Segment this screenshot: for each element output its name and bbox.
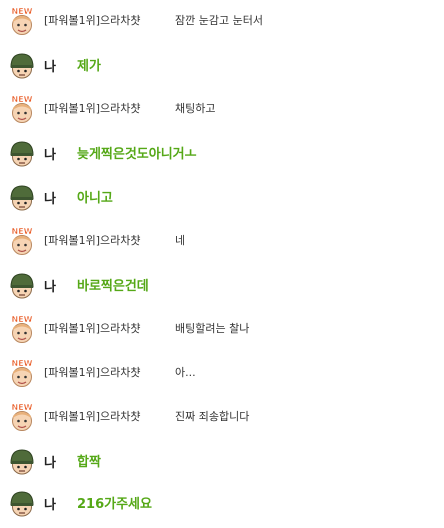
message-text: 아니고 xyxy=(77,191,113,206)
chat-log: NEW [파워볼1위]으라차챳 잠깐 눈감고 눈터서 나 제가 NEW [파워볼… xyxy=(0,0,444,519)
chat-message-row: 나 늦게찍은것도아니거ㅗ xyxy=(0,132,444,176)
sender-name: 나 xyxy=(44,498,56,513)
message-text: 합짝 xyxy=(77,455,101,470)
sender-name: 나 xyxy=(44,192,56,207)
new-user-avatar-icon: NEW xyxy=(8,358,36,388)
message-text: 늦게찍은것도아니거ㅗ xyxy=(77,147,197,162)
message-text: 아... xyxy=(175,366,196,379)
sender-name: [파워볼1위]으라차챳 xyxy=(44,14,141,27)
new-user-avatar-icon: NEW xyxy=(8,314,36,344)
chat-message-row: 나 제가 xyxy=(0,44,444,88)
chat-message-row: 나 216가주세요 xyxy=(0,484,444,528)
sender-name: 나 xyxy=(44,148,56,163)
chat-message-row: 나 합짝 xyxy=(0,440,444,484)
new-badge-label: NEW xyxy=(12,315,33,324)
message-text: 네 xyxy=(175,234,186,247)
message-text: 잠깐 눈감고 눈터서 xyxy=(175,14,263,27)
message-text: 제가 xyxy=(77,59,101,74)
soldier-avatar-icon xyxy=(8,182,36,212)
new-badge-label: NEW xyxy=(12,403,33,412)
new-user-avatar-icon: NEW xyxy=(8,402,36,432)
soldier-avatar-icon xyxy=(8,50,36,80)
new-user-avatar-icon: NEW xyxy=(8,226,36,256)
message-text: 진짜 죄송합니다 xyxy=(175,410,250,423)
message-text: 바로찍은건데 xyxy=(77,279,149,294)
chat-message-row: NEW [파워볼1위]으라차챳 네 xyxy=(0,220,444,264)
chat-message-row: 나 바로찍은건데 xyxy=(0,264,444,308)
chat-message-row: NEW [파워볼1위]으라차챳 배팅할려는 찰나 xyxy=(0,308,444,352)
chat-message-row: NEW [파워볼1위]으라차챳 진짜 죄송합니다 xyxy=(0,396,444,440)
new-user-avatar-icon: NEW xyxy=(8,6,36,36)
soldier-avatar-icon xyxy=(8,446,36,476)
new-user-avatar-icon: NEW xyxy=(8,94,36,124)
sender-name: 나 xyxy=(44,280,56,295)
sender-name: 나 xyxy=(44,456,56,471)
chat-message-row: NEW [파워볼1위]으라차챳 잠깐 눈감고 눈터서 xyxy=(0,0,444,44)
message-text: 배팅할려는 찰나 xyxy=(175,322,250,335)
sender-name: [파워볼1위]으라차챳 xyxy=(44,102,141,115)
soldier-avatar-icon xyxy=(8,270,36,300)
sender-name: [파워볼1위]으라차챳 xyxy=(44,410,141,423)
sender-name: [파워볼1위]으라차챳 xyxy=(44,322,141,335)
message-text: 채팅하고 xyxy=(175,102,216,115)
soldier-avatar-icon xyxy=(8,138,36,168)
soldier-avatar-icon xyxy=(8,488,36,518)
new-badge-label: NEW xyxy=(12,7,33,16)
chat-message-row: NEW [파워볼1위]으라차챳 아... xyxy=(0,352,444,396)
message-text: 216가주세요 xyxy=(77,497,152,512)
chat-message-row: NEW [파워볼1위]으라차챳 채팅하고 xyxy=(0,88,444,132)
new-badge-label: NEW xyxy=(12,227,33,236)
sender-name: [파워볼1위]으라차챳 xyxy=(44,234,141,247)
chat-message-row: 나 아니고 xyxy=(0,176,444,220)
new-badge-label: NEW xyxy=(12,359,33,368)
sender-name: 나 xyxy=(44,60,56,75)
new-badge-label: NEW xyxy=(12,95,33,104)
sender-name: [파워볼1위]으라차챳 xyxy=(44,366,141,379)
